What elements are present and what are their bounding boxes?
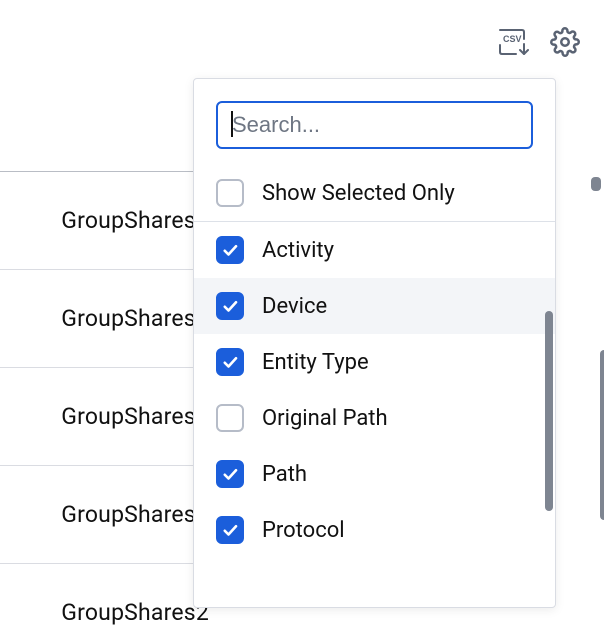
column-option-row[interactable]: Original Path	[194, 390, 555, 446]
column-picker-popover: Show Selected Only Activity Device Entity …	[193, 78, 556, 608]
column-option-label: Path	[262, 462, 307, 487]
checkbox-checked[interactable]	[216, 460, 244, 488]
column-option-label: Activity	[262, 238, 334, 263]
column-option-label: Protocol	[262, 518, 345, 543]
column-option-row[interactable]: Entity Type	[194, 334, 555, 390]
table-cell: GroupShares2	[61, 501, 209, 528]
table-row[interactable]: GroupShares2	[0, 270, 215, 368]
column-option-row[interactable]: Path	[194, 446, 555, 502]
csv-export-icon: CSV	[497, 27, 529, 63]
column-option-label: Device	[262, 294, 327, 319]
table-row[interactable]: GroupShares2	[0, 564, 215, 630]
settings-button[interactable]	[548, 28, 582, 62]
table-cell: GroupShares2	[61, 403, 209, 430]
popover-scrollbar-thumb[interactable]	[545, 311, 553, 511]
table-row[interactable]: GroupShares2	[0, 466, 215, 564]
checkbox-checked[interactable]	[216, 516, 244, 544]
gear-icon	[550, 27, 580, 63]
checkbox-unchecked[interactable]	[216, 404, 244, 432]
table-cell: GroupShares2	[61, 305, 209, 332]
table-header: e	[0, 100, 215, 172]
show-selected-only-row[interactable]: Show Selected Only	[194, 165, 555, 221]
checkbox-show-selected-only[interactable]	[216, 179, 244, 207]
column-option-label: Entity Type	[262, 350, 369, 375]
table-cell: GroupShares2	[61, 207, 209, 234]
svg-text:CSV: CSV	[503, 34, 522, 44]
column-option-row[interactable]: Device	[194, 278, 555, 334]
search-wrap	[216, 101, 533, 149]
table-row[interactable]: GroupShares2	[0, 172, 215, 270]
table-row[interactable]: GroupShares2	[0, 368, 215, 466]
search-input[interactable]	[216, 101, 533, 149]
data-table: e GroupShares2 GroupShares2 GroupShares2 Gr…	[0, 0, 215, 562]
toolbar: CSV	[496, 28, 582, 62]
page-scrollbar-thumb[interactable]	[600, 350, 604, 520]
header-scrollbar-thumb[interactable]	[591, 177, 601, 191]
table-cell: GroupShares2	[61, 599, 209, 626]
checkbox-checked[interactable]	[216, 236, 244, 264]
csv-export-button[interactable]: CSV	[496, 28, 530, 62]
column-option-label: Original Path	[262, 406, 388, 431]
checkbox-checked[interactable]	[216, 292, 244, 320]
show-selected-only-label: Show Selected Only	[262, 181, 455, 206]
checkbox-checked[interactable]	[216, 348, 244, 376]
text-caret	[231, 111, 233, 137]
column-option-row[interactable]: Activity	[194, 222, 555, 278]
column-option-row[interactable]: Protocol	[194, 502, 555, 558]
